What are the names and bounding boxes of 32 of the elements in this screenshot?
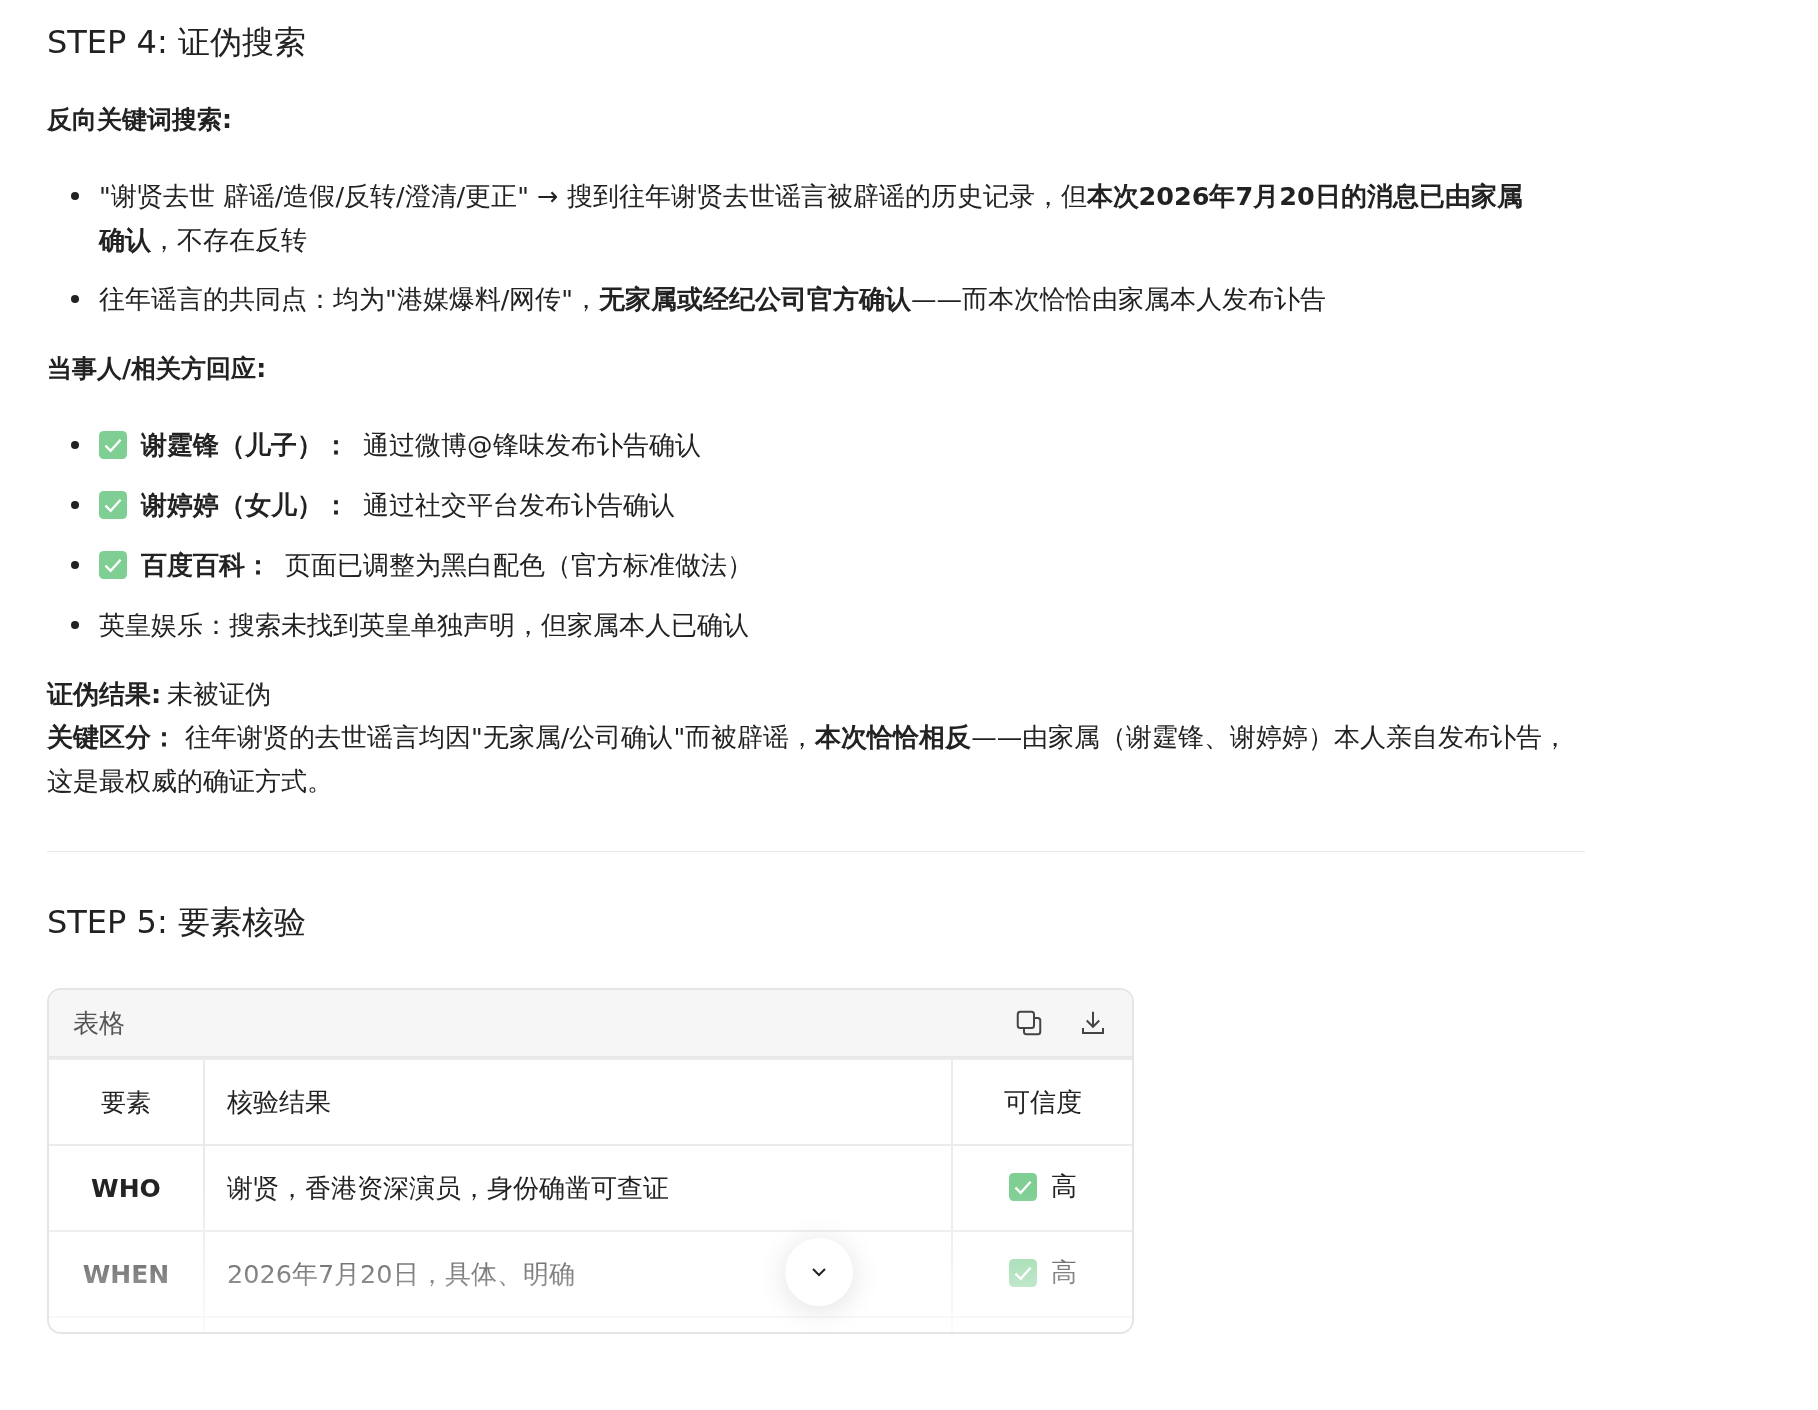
item-label: 谢霆锋（儿子）：: [141, 429, 349, 462]
item-label: 百度百科：: [141, 549, 271, 582]
table-cell-text: 高: [1050, 1256, 1077, 1290]
result-value: 未被证伪: [167, 679, 272, 709]
copy-icon[interactable]: [1014, 1008, 1044, 1038]
bullet-icon: [71, 621, 79, 629]
step-heading: STEP 5: 要素核验: [47, 902, 307, 943]
step-heading: STEP 4: 证伪搜索: [47, 22, 307, 63]
section-heading: 当事人/相关方回应:: [47, 353, 268, 385]
item-label: 谢婷婷（女儿）：: [141, 489, 349, 522]
bullet-icon: [71, 501, 79, 509]
result-label: 证伪结果:: [47, 679, 162, 709]
table-cell: WHEN: [49, 1231, 204, 1317]
column-header: 要素: [49, 1059, 204, 1145]
list-item-text: 通过微博@锋味发布讣告确认: [363, 429, 702, 462]
list-item-text: "谢贤去世 辟谣/造假/反转/澄清/更正" → 搜到往年谢贤去世谣言被辟谣的历史记录，但本次2026年7月20日的消息已由家属确认，不存在反转: [99, 180, 1524, 257]
list-item-text: 通过社交平台发布讣告确认: [363, 489, 676, 522]
bullet-icon: [71, 561, 79, 569]
column-header: 核验结果: [204, 1059, 952, 1145]
bullet-icon: [71, 441, 79, 449]
table-caption: 表格: [73, 1006, 126, 1040]
table-cell: 谢贤，香港资深演员，身份确凿可查证: [204, 1145, 952, 1231]
list-item-text: 英皇娱乐：搜索未找到英皇单独声明，但家属本人已确认: [99, 609, 750, 642]
bullet-icon: [71, 295, 79, 303]
table-cell-text: 高: [1050, 1170, 1077, 1204]
list-item-text: 往年谣言的共同点：均为"港媒爆料/网传"，无家属或经纪公司官方确认——而本次恰恰由家属本人发布讣告: [99, 283, 1328, 316]
table-cell: WHO: [49, 1145, 204, 1231]
section-heading: 反向关键词搜索:: [47, 104, 233, 136]
bullet-icon: [71, 192, 79, 200]
distinction-text: 关键区分： 往年谢贤的去世谣言均因"无家属/公司确认"而被辟谣，本次恰恰相反——由家属（谢霆锋、谢婷婷）本人亲自发布讣告，这是最权威的确证方式。: [47, 722, 1569, 796]
list-item-text: 页面已调整为黑白配色（官方标准做法）: [285, 549, 754, 582]
column-header: 可信度: [952, 1059, 1132, 1145]
